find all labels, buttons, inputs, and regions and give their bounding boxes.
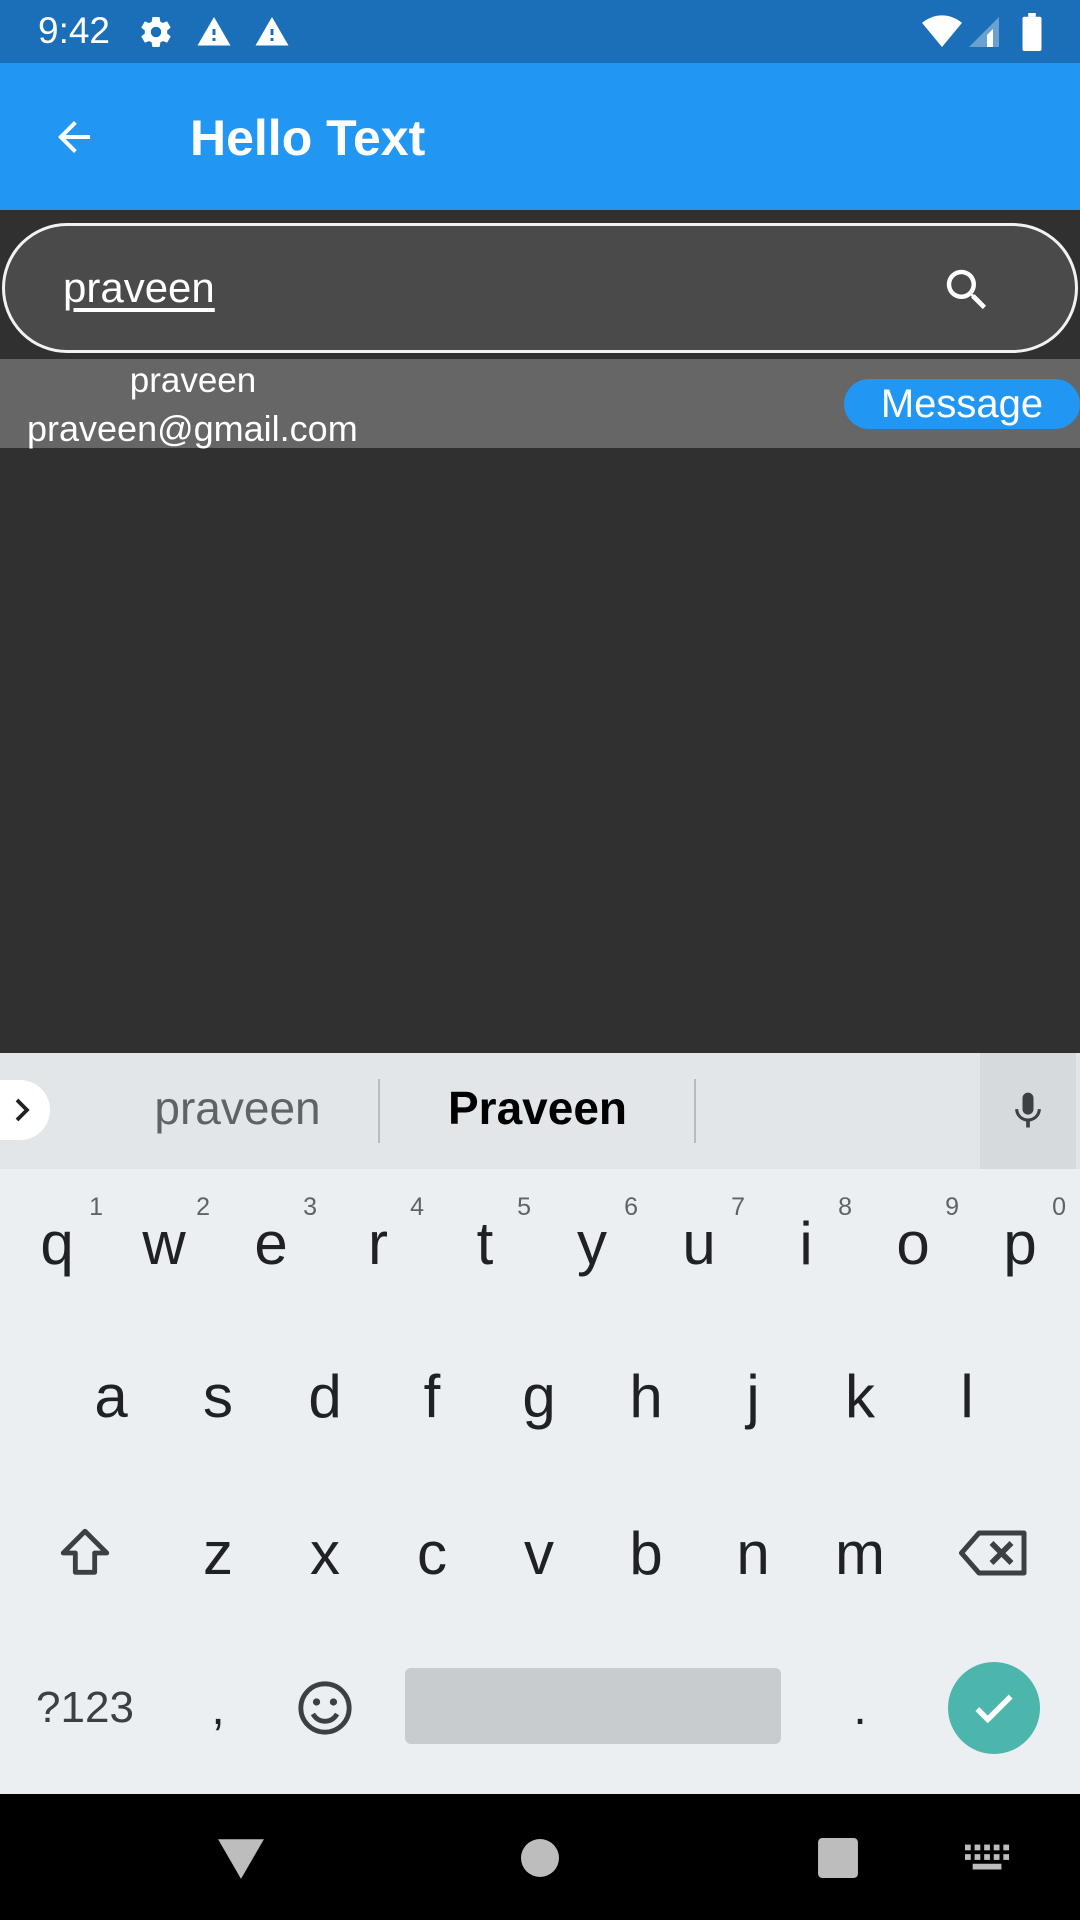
list-item[interactable]: praveen praveen@gmail.com Message	[0, 359, 1080, 449]
recents-nav-button[interactable]	[808, 1830, 868, 1886]
search-icon	[946, 269, 987, 310]
key-p[interactable]: p0	[970, 1183, 1070, 1303]
back-nav-button[interactable]	[211, 1830, 271, 1886]
voice-input-button[interactable]	[980, 1053, 1076, 1169]
chevron-right-icon	[15, 1098, 30, 1122]
shift-icon	[60, 1528, 110, 1575]
key-o[interactable]: o9	[863, 1183, 963, 1303]
suggestion-item[interactable]: praveen	[80, 1081, 395, 1135]
key-w[interactable]: w2	[114, 1183, 214, 1303]
key-j[interactable]: j	[703, 1336, 803, 1456]
enter-key[interactable]	[948, 1662, 1040, 1754]
contact-email: praveen@gmail.com	[27, 408, 358, 449]
contact-name: praveen	[129, 361, 257, 400]
key-s[interactable]: s	[168, 1336, 268, 1456]
key-k[interactable]: k	[810, 1336, 910, 1456]
period-key[interactable]: .	[810, 1653, 910, 1763]
key-q[interactable]: q1	[7, 1183, 107, 1303]
back-button[interactable]	[40, 103, 108, 171]
emoji-icon	[298, 1681, 352, 1735]
key-g[interactable]: g	[489, 1336, 589, 1456]
shift-key[interactable]	[35, 1493, 135, 1613]
suggestion-item[interactable]: Praveen	[380, 1081, 695, 1135]
suggestion-bar: praveen Praveen	[0, 1053, 1080, 1169]
status-time: 9:42	[38, 10, 111, 51]
search-input[interactable]: praveen	[63, 264, 215, 312]
settings-icon	[136, 12, 176, 52]
key-d[interactable]: d	[275, 1336, 375, 1456]
space-key[interactable]	[405, 1668, 781, 1744]
key-f[interactable]: f	[382, 1336, 482, 1456]
signal-icon	[964, 12, 1004, 52]
comma-key[interactable]: ,	[168, 1653, 268, 1763]
emoji-key[interactable]	[275, 1653, 375, 1763]
key-h[interactable]: h	[596, 1336, 696, 1456]
search-field[interactable]: praveen	[2, 223, 1078, 353]
page-title: Hello Text	[190, 110, 426, 166]
navigation-bar	[0, 1794, 1080, 1920]
divider	[694, 1079, 696, 1143]
circle-home-icon	[521, 1839, 559, 1877]
key-e[interactable]: e3	[221, 1183, 321, 1303]
key-x[interactable]: x	[275, 1493, 375, 1613]
key-t[interactable]: t5	[435, 1183, 535, 1303]
key-m[interactable]: m	[810, 1493, 910, 1613]
home-nav-button[interactable]	[510, 1830, 570, 1886]
key-v[interactable]: v	[489, 1493, 589, 1613]
key-c[interactable]: c	[382, 1493, 482, 1613]
symbols-key[interactable]: ?123	[20, 1653, 150, 1763]
warning-icon	[252, 12, 292, 52]
key-y[interactable]: y6	[542, 1183, 642, 1303]
backspace-icon	[959, 1530, 1027, 1576]
key-l[interactable]: l	[917, 1336, 1017, 1456]
square-recents-icon	[818, 1838, 858, 1878]
key-n[interactable]: n	[703, 1493, 803, 1613]
battery-icon	[1012, 12, 1052, 52]
key-i[interactable]: i8	[756, 1183, 856, 1303]
key-z[interactable]: z	[168, 1493, 268, 1613]
key-r[interactable]: r4	[328, 1183, 428, 1303]
status-bar: 9:42	[0, 0, 1080, 63]
triangle-back-icon	[218, 1839, 264, 1879]
backspace-key[interactable]	[944, 1493, 1044, 1613]
keyboard-switch-button[interactable]	[958, 1830, 1018, 1886]
warning-icon	[194, 12, 234, 52]
key-b[interactable]: b	[596, 1493, 696, 1613]
checkmark-icon	[975, 1694, 1013, 1724]
keyboard: praveen Praveen q1 w2 e3 r4 t5 y6 u7 i8 …	[0, 1053, 1080, 1794]
microphone-icon	[1015, 1092, 1041, 1128]
key-a[interactable]: a	[61, 1336, 161, 1456]
keyboard-icon	[965, 1844, 1010, 1870]
message-button[interactable]: Message	[844, 379, 1080, 429]
app-bar: Hello Text	[0, 63, 1080, 210]
wifi-icon	[922, 12, 962, 52]
key-u[interactable]: u7	[649, 1183, 749, 1303]
arrow-back-icon	[58, 121, 90, 153]
expand-toolbar-button[interactable]	[0, 1080, 50, 1140]
search-button[interactable]	[939, 262, 995, 318]
